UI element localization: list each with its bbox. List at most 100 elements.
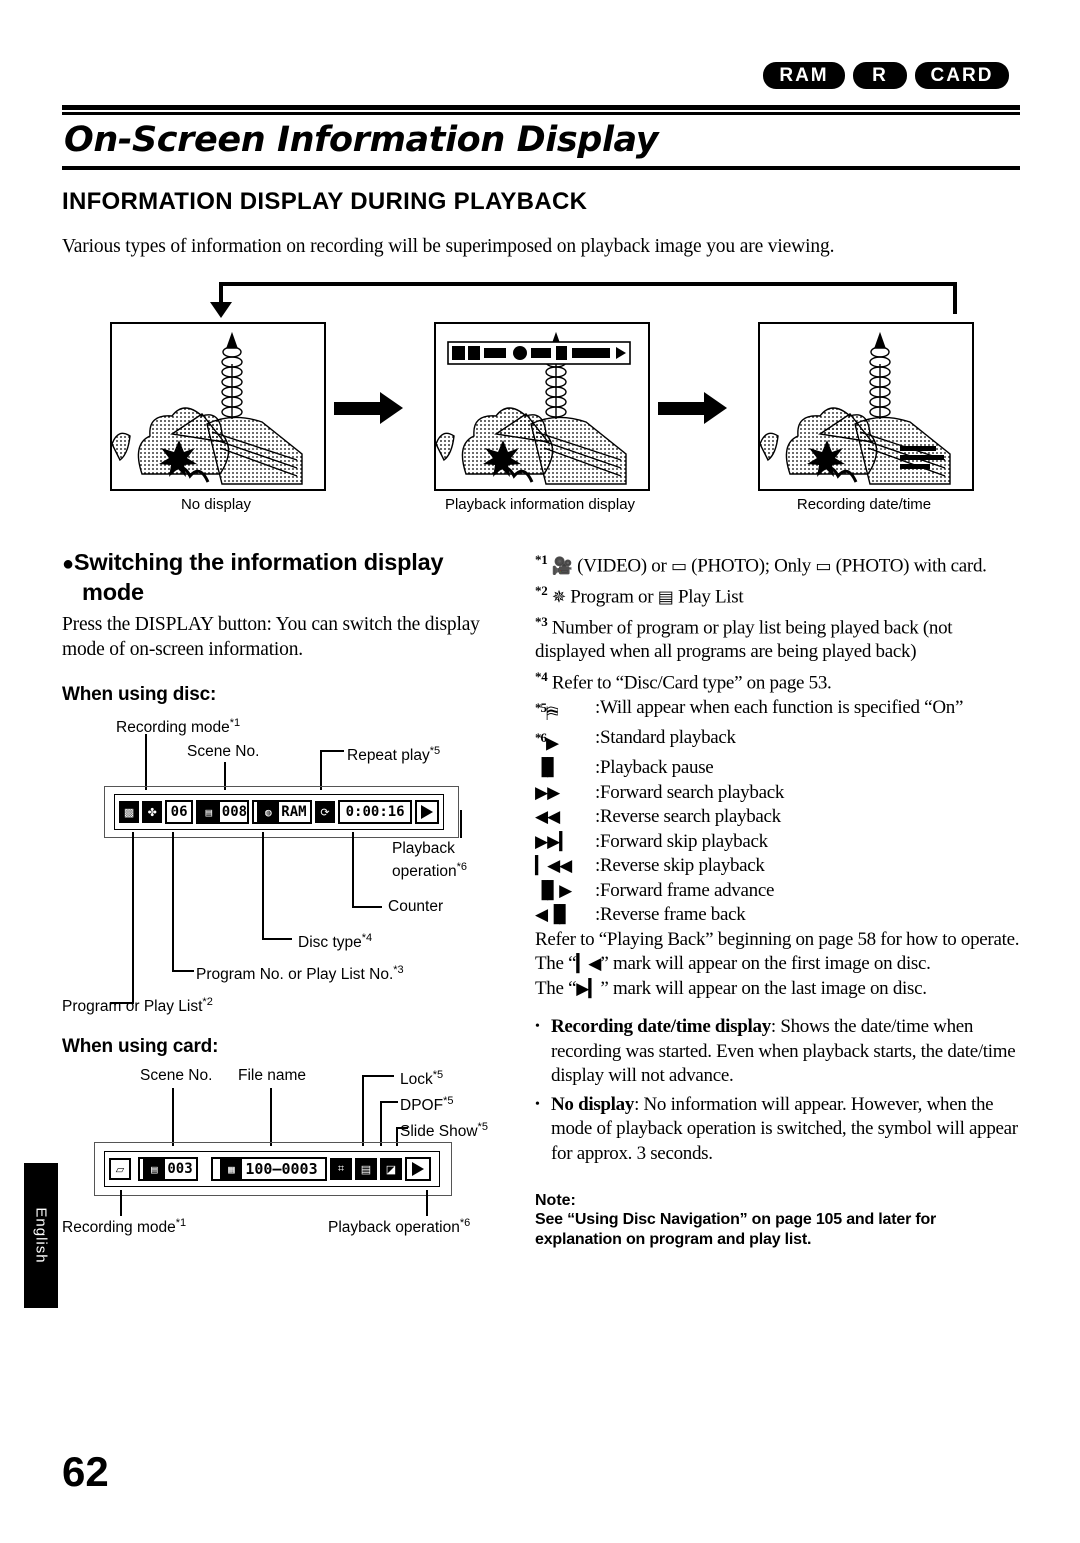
file-icon: ▦ [220, 1158, 243, 1180]
disc-icon: ◍ [257, 801, 280, 823]
label-scene-no-card: Scene No. [140, 1067, 213, 1084]
leader-playback-op-v [460, 810, 462, 838]
label-program-no: Program No. or Play List No.*3 [196, 964, 404, 984]
loop-arrow-horizontal [219, 282, 957, 286]
label-lock: Lock*5 [400, 1069, 444, 1089]
disc-osd-diagram: Recording mode*1 Scene No. Repeat play*5… [62, 714, 517, 1016]
photo-icon-1: ▭ [670, 556, 687, 577]
label-counter: Counter [388, 898, 444, 915]
label-program-or-playlist: Program or Play List*2 [62, 996, 213, 1016]
switching-mode-heading-line2: mode [82, 579, 144, 605]
bullet-recording-datetime-label: Recording date/time display [551, 1016, 771, 1038]
card-osd-bar: ▱ ▤ 003 ▦ 100—0003 ⌗ ▤ ◪ [104, 1151, 440, 1187]
leader-playback-op-card [426, 1190, 428, 1216]
card-file-name-value: ▦ 100—0003 [211, 1157, 327, 1181]
footnote-1-mark: *1 [535, 552, 548, 567]
specified-on-icon: ⛿ [546, 703, 558, 724]
label-scene-no-disc: Scene No. [187, 743, 260, 760]
when-using-card-heading: When using card: [62, 1036, 219, 1057]
symbol-forward-search-text: :Forward search playback [595, 781, 785, 803]
card-osd-diagram: Scene No. File name Lock*5 DPOF*5 Slide … [62, 1066, 517, 1236]
recording-mode-icon: ▩ [119, 801, 140, 823]
screenshot-no-display [110, 322, 326, 491]
bullet-dot-icon: • [535, 1096, 540, 1112]
refer-playing-back-text: Refer to “Playing Back” beginning on pag… [535, 928, 1020, 950]
video-icon: 🎥 [551, 556, 573, 577]
display-mode-flow-diagram: No display Playback information display … [62, 282, 1020, 522]
leader-scene-no-card [172, 1088, 174, 1146]
scene-icon: ▤ [143, 1158, 166, 1180]
lock-icon: ⌗ [330, 1158, 352, 1180]
label-file-name: File name [238, 1067, 307, 1084]
right-column: *1 🎥 (VIDEO) or ▭ (PHOTO); Only ▭ (PHOTO… [535, 548, 1025, 1250]
playback-symbol-row: *6▶ :Standard playback [535, 726, 1025, 756]
repeat-play-icon: ⟳ [314, 801, 336, 823]
footnote-2: *2 ✵ Program or ▤ Play List [535, 582, 744, 608]
playback-symbol-row: ▶▶ :Forward search playback [535, 781, 1025, 806]
playback-symbol-row: ▐▌▶ :Forward frame advance [535, 879, 1025, 904]
footnote-4-mark: *4 [535, 668, 548, 684]
leader-disc-type-h [262, 938, 292, 940]
left-column: ●Switching the information display mode … [62, 548, 517, 1236]
playback-symbol-row: ◀▐▌ :Reverse frame back [535, 903, 1025, 928]
bullet-recording-datetime: • Recording date/time display: Shows the… [535, 1015, 1025, 1089]
footnote-5-symbol: *5⛿ [535, 699, 558, 724]
page-title: On-Screen Information Display [64, 120, 659, 160]
label-playback-operation-card: Playback operation*6 [328, 1217, 471, 1237]
label-recording-mode-disc: Recording mode*1 [116, 717, 241, 737]
playback-symbol-row: ▐▌ :Playback pause [535, 756, 1025, 781]
screenshot-playback-info [434, 322, 650, 491]
last-image-mark-text: The “▶▎” mark will appear on the last im… [535, 977, 927, 999]
reverse-skip-mark-icon: ▎◀ [576, 954, 601, 975]
program-no-icon: ▤ [197, 801, 220, 823]
footnote-4-text: Refer to “Disc/Card type” on page 53. [551, 672, 832, 694]
leader-recording-mode-disc [145, 734, 147, 790]
playback-symbol-row: ▶▶▎ :Forward skip playback [535, 830, 1025, 855]
footnote-1: *1 🎥 (VIDEO) or ▭ (PHOTO); Only ▭ (PHOTO… [535, 552, 987, 577]
label-slide-show: Slide Show*5 [400, 1121, 488, 1141]
badge-card: CARD [915, 62, 1009, 89]
badge-ram: RAM [763, 62, 845, 89]
bullet-dot-icon: ● [62, 553, 74, 575]
title-rule-top [62, 105, 1020, 110]
label-disc-type: Disc type*4 [298, 932, 373, 952]
first-image-mark-text: The “▎◀” mark will appear on the first i… [535, 953, 931, 975]
switching-mode-body: Press the DISPLAY button: You can switch… [62, 614, 480, 660]
flow-arrow-2-icon [658, 392, 727, 424]
leader-dpof-h [380, 1101, 398, 1103]
symbol-reverse-frame-icon: ◀▐▌ [535, 905, 572, 926]
slide-show-icon: ◪ [380, 1158, 402, 1180]
forward-skip-mark-icon: ▶▎ [576, 978, 601, 999]
program-glyph-icon: ✵ [551, 587, 566, 608]
note-body: See “Using Disc Navigation” on page 105 … [535, 1211, 937, 1249]
program-or-playlist-icon: ✤ [142, 801, 163, 823]
when-using-disc-heading: When using disc: [62, 684, 217, 705]
page-number: 62 [62, 1448, 109, 1495]
leader-recording-mode-card [120, 1190, 122, 1216]
note-heading: Note: [535, 1192, 576, 1210]
language-side-tab: English [24, 1163, 58, 1308]
switching-mode-heading: ●Switching the information display mode [62, 548, 517, 606]
leader-repeat-play-v [320, 750, 322, 790]
leader-counter-h [352, 906, 382, 908]
symbol-forward-skip-icon: ▶▶▎ [535, 831, 572, 852]
footnote-4: *4 Refer to “Disc/Card type” on page 53. [535, 665, 1025, 696]
footnote-3-text: Number of program or play list being pla… [535, 616, 953, 663]
leader-repeat-play-h [320, 750, 344, 752]
recording-mode-photo-icon: ▱ [109, 1158, 131, 1180]
footnote-5: *5⛿ :Will appear when each function is s… [535, 696, 1025, 726]
leader-counter-v [352, 832, 354, 908]
counter-value: 0:00:16 [338, 800, 413, 824]
manual-page: RAM R CARD On-Screen Information Display… [0, 0, 1080, 1543]
card-scene-no-value: ▤ 003 [138, 1157, 198, 1181]
caption-recording-datetime: Recording date/time [796, 496, 932, 513]
symbol-standard-playback-icon: *6▶ [535, 729, 559, 754]
footnote-5-text: :Will appear when each function is speci… [595, 696, 964, 718]
caption-no-display: No display [180, 496, 252, 513]
leader-file-name [270, 1088, 272, 1146]
badge-r: R [853, 62, 907, 89]
label-dpof: DPOF*5 [400, 1095, 454, 1115]
card-playback-operation-icon [405, 1157, 431, 1181]
section-heading: INFORMATION DISPLAY DURING PLAYBACK [62, 188, 588, 215]
playback-symbol-row: ▎◀◀ :Reverse skip playback [535, 854, 1025, 879]
